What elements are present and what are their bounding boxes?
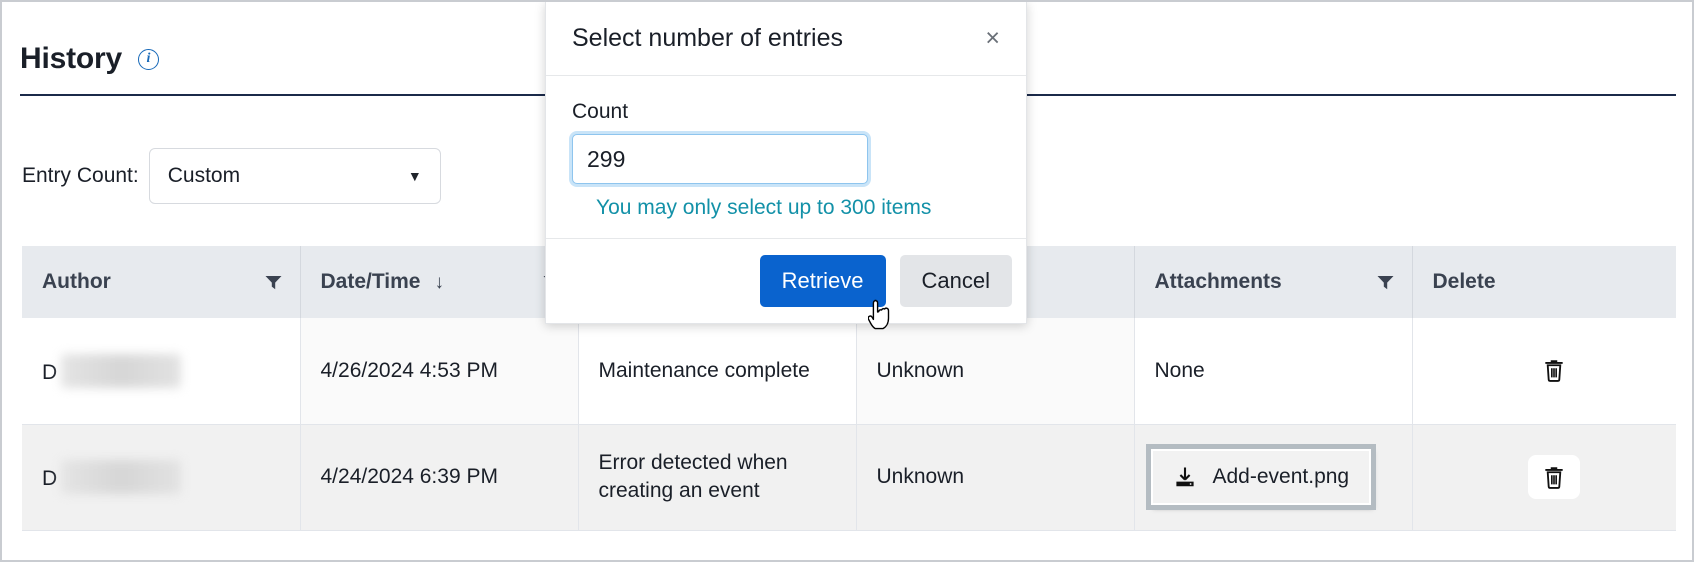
- info-icon[interactable]: i: [137, 48, 159, 70]
- column-header-delete[interactable]: Delete: [1412, 246, 1676, 318]
- attachment-download-chip[interactable]: Add-event.png: [1145, 443, 1377, 511]
- entry-count-selected-value: Custom: [167, 164, 241, 187]
- delete-row-button[interactable]: [1528, 455, 1581, 499]
- sort-descending-icon[interactable]: ↓: [435, 273, 445, 292]
- cancel-button[interactable]: Cancel: [899, 255, 1012, 307]
- close-icon[interactable]: ×: [981, 26, 1004, 51]
- cell-author: D: [22, 318, 301, 425]
- count-limit-hint: You may only select up to 300 items: [596, 196, 932, 219]
- cell-author: D: [22, 424, 301, 531]
- download-icon: [1175, 467, 1194, 487]
- cell-datetime: 4/26/2024 4:53 PM: [300, 318, 579, 425]
- column-header-author[interactable]: Author: [22, 246, 301, 318]
- attachment-filename: Add-event.png: [1212, 464, 1350, 488]
- count-input-wrapper: ▲ ▼: [572, 134, 868, 184]
- author-prefix: D: [42, 467, 58, 490]
- cell-delete: [1412, 318, 1676, 425]
- column-header-datetime[interactable]: Date/Time ↓: [300, 246, 579, 318]
- page-title: History: [20, 42, 122, 75]
- count-input[interactable]: [573, 135, 867, 183]
- cell-datetime: 4/24/2024 6:39 PM: [300, 424, 579, 531]
- modal-footer: Retrieve Cancel: [546, 239, 1026, 323]
- column-header-delete-label: Delete: [1432, 270, 1496, 293]
- column-header-author-label: Author: [42, 270, 111, 293]
- cell-delete: [1412, 424, 1676, 531]
- cell-attachment: Add-event.png: [1134, 424, 1413, 531]
- modal-body: Count ▲ ▼ You may only select up to 300 …: [546, 76, 1026, 239]
- column-header-datetime-label: Date/Time: [320, 270, 421, 293]
- table-row[interactable]: D 4/26/2024 4:53 PM Maintenance complete…: [22, 318, 1676, 425]
- entry-count-label: Entry Count:: [22, 164, 139, 187]
- redacted-author-name: [61, 460, 182, 494]
- column-header-attachments[interactable]: Attachments: [1134, 246, 1413, 318]
- delete-row-button[interactable]: [1531, 350, 1577, 390]
- modal-header: Select number of entries ×: [546, 2, 1026, 76]
- column-header-attachments-label: Attachments: [1154, 270, 1282, 293]
- trash-icon: [1545, 467, 1563, 489]
- entry-count-select[interactable]: Custom ▼: [148, 148, 441, 204]
- cell-status: Unknown: [856, 424, 1135, 531]
- author-prefix: D: [42, 360, 58, 384]
- filter-icon[interactable]: [1377, 275, 1394, 290]
- history-panel: History i Entry Count: Custom ▼ Author D…: [0, 0, 1694, 562]
- trash-icon: [1545, 360, 1563, 382]
- entry-count-control: Entry Count: Custom ▼: [22, 148, 441, 204]
- cell-status: Unknown: [856, 318, 1135, 425]
- cell-attachment: None: [1134, 318, 1413, 425]
- count-field-label: Count: [572, 100, 629, 123]
- filter-icon[interactable]: [265, 275, 282, 290]
- table-row[interactable]: D 4/24/2024 6:39 PM Error detected when …: [22, 424, 1676, 531]
- retrieve-button[interactable]: Retrieve: [759, 255, 886, 307]
- select-entries-modal: Select number of entries × Count ▲ ▼ You…: [545, 2, 1027, 324]
- cell-description: Error detected when creating an event: [578, 424, 857, 531]
- redacted-author-name: [61, 353, 182, 388]
- chevron-down-icon: ▼: [407, 168, 422, 184]
- modal-title: Select number of entries: [572, 24, 843, 52]
- cell-description: Maintenance complete: [578, 318, 857, 425]
